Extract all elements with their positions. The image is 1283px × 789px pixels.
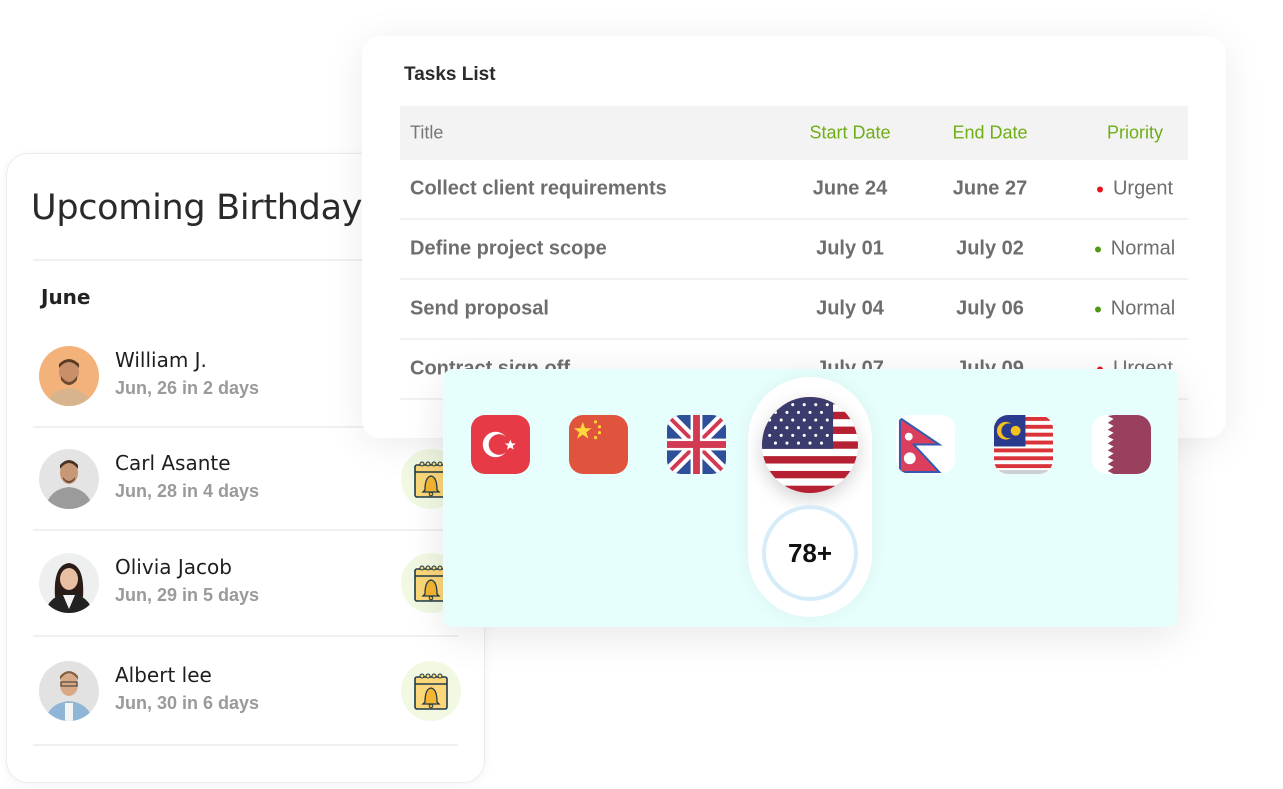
priority-badge: Urgent (1080, 178, 1190, 201)
birthday-item[interactable]: Olivia Jacob Jun, 29 in 5 days (39, 553, 461, 617)
birthday-date: Jun, 28 in 4 days (115, 481, 260, 501)
person-name: William J. (115, 348, 207, 372)
malaysia-flag-icon[interactable] (994, 415, 1053, 474)
avatar (39, 449, 99, 509)
priority-label: Urgent (1112, 177, 1174, 200)
task-end-date: July 06 (956, 297, 1024, 320)
priority-dot-icon (1094, 246, 1101, 253)
avatar (39, 553, 99, 613)
avatar (39, 661, 99, 721)
divider (33, 635, 458, 637)
reminder-button[interactable] (401, 661, 461, 721)
priority-badge: Normal (1080, 238, 1190, 261)
priority-badge: Normal (1080, 298, 1190, 321)
table-header: Title Start Date End Date Priority (400, 106, 1188, 160)
qatar-flag-icon[interactable] (1092, 415, 1151, 474)
priority-dot-icon (1096, 186, 1103, 193)
task-start-date: July 04 (816, 297, 884, 320)
person-name: Olivia Jacob (115, 555, 232, 579)
task-title: Collect client requirements (410, 177, 667, 200)
task-end-date: July 02 (956, 237, 1024, 260)
tasks-title: Tasks List (404, 64, 496, 85)
task-end-date: June 27 (952, 177, 1028, 200)
divider (33, 744, 458, 746)
person-name: Albert lee (115, 663, 212, 687)
nepal-flag-icon[interactable] (896, 415, 955, 474)
task-start-date: July 01 (816, 237, 884, 260)
turkey-flag-icon[interactable] (471, 415, 530, 474)
priority-label: Normal (1110, 297, 1176, 320)
birthday-date: Jun, 30 in 6 days (115, 693, 260, 713)
calendar-bell-icon (414, 673, 448, 710)
task-title: Define project scope (410, 237, 607, 260)
table-row[interactable]: Collect client requirements June 24 June… (400, 160, 1188, 220)
birthdays-title: Upcoming Birthdays (31, 188, 381, 228)
table-row[interactable]: Define project scope July 01 July 02 Nor… (400, 220, 1188, 280)
divider (33, 529, 458, 531)
task-title: Send proposal (410, 297, 549, 320)
birthday-date: Jun, 29 in 5 days (115, 585, 260, 605)
column-header-end-date[interactable]: End Date (940, 123, 1040, 144)
uk-flag-icon[interactable] (667, 415, 726, 474)
month-label: June (41, 285, 91, 309)
task-start-date: June 24 (812, 177, 888, 200)
usa-flag-icon[interactable] (762, 397, 858, 493)
birthday-item[interactable]: Albert lee Jun, 30 in 6 days (39, 661, 461, 725)
column-header-title[interactable]: Title (410, 123, 443, 144)
person-name: Carl Asante (115, 451, 231, 475)
avatar (39, 346, 99, 406)
china-flag-icon[interactable] (569, 415, 628, 474)
birthday-date: Jun, 26 in 2 days (115, 378, 260, 398)
priority-dot-icon (1094, 306, 1101, 313)
birthday-item[interactable]: Carl Asante Jun, 28 in 4 days (39, 449, 461, 513)
tasks-table: Title Start Date End Date Priority Colle… (400, 106, 1188, 400)
column-header-priority[interactable]: Priority (1080, 123, 1190, 144)
language-selector-panel: 78+ (443, 369, 1178, 627)
column-header-start-date[interactable]: Start Date (800, 123, 900, 144)
table-row[interactable]: Send proposal July 04 July 06 Normal (400, 280, 1188, 340)
priority-label: Normal (1110, 237, 1176, 260)
selected-language-pill: 78+ (748, 377, 872, 617)
more-languages-count[interactable]: 78+ (762, 505, 858, 601)
